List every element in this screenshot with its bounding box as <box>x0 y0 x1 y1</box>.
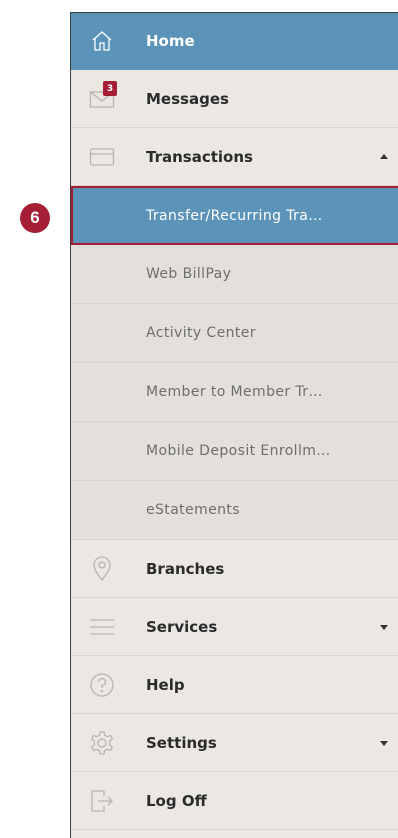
chevron-down-icon[interactable] <box>380 740 388 746</box>
gear-icon <box>89 730 115 756</box>
menu-item-help-label: Help <box>146 675 185 694</box>
menu-item-logoff-label: Log Off <box>146 791 207 810</box>
menu-item-transactions-label: Transactions <box>146 147 253 166</box>
messages-count-badge: 3 <box>103 81 117 96</box>
chevron-down-icon[interactable] <box>380 624 388 630</box>
submenu-item-web-billpay[interactable]: Web BillPay <box>71 245 398 304</box>
card-icon <box>89 144 115 170</box>
menu-item-logoff[interactable]: Log Off <box>71 772 398 830</box>
menu-item-home[interactable]: Home <box>71 13 398 70</box>
logout-icon <box>89 788 115 814</box>
submenu-item-label: Member to Member Tr… <box>146 384 323 400</box>
submenu-item-label: Web BillPay <box>146 266 232 282</box>
menu-item-settings[interactable]: Settings <box>71 714 398 772</box>
location-pin-icon <box>89 555 115 582</box>
menu-item-home-label: Home <box>146 32 195 50</box>
menu-item-settings-label: Settings <box>146 733 217 752</box>
submenu-item-label: Mobile Deposit Enrollm… <box>146 443 331 459</box>
menu-lines-icon <box>89 614 115 640</box>
menu-item-branches[interactable]: Branches <box>71 540 398 598</box>
submenu-item-activity-center[interactable]: Activity Center <box>71 304 398 363</box>
menu-item-services[interactable]: Services <box>71 598 398 656</box>
menu-item-services-label: Services <box>146 617 218 636</box>
chevron-up-icon[interactable] <box>380 153 388 159</box>
menu-item-branches-label: Branches <box>146 559 225 578</box>
side-menu: Home 3 Messages Transactions Transfer/Re… <box>70 12 398 838</box>
menu-item-transactions[interactable]: Transactions <box>71 128 398 186</box>
menu-item-help[interactable]: Help <box>71 656 398 714</box>
submenu-item-estatements[interactable]: eStatements <box>71 481 398 540</box>
submenu-item-label: Activity Center <box>146 325 256 341</box>
menu-item-messages[interactable]: 3 Messages <box>71 70 398 128</box>
submenu-item-transfer-recurring[interactable]: Transfer/Recurring Tra… <box>71 186 398 245</box>
menu-item-messages-label: Messages <box>146 89 229 108</box>
home-icon <box>89 28 115 54</box>
question-circle-icon <box>89 672 115 698</box>
submenu-item-label: Transfer/Recurring Tra… <box>146 207 323 224</box>
submenu-item-member-to-member[interactable]: Member to Member Tr… <box>71 363 398 422</box>
submenu-item-mobile-deposit[interactable]: Mobile Deposit Enrollm… <box>71 422 398 481</box>
step-callout-badge: 6 <box>20 203 50 233</box>
submenu-item-label: eStatements <box>146 502 240 518</box>
